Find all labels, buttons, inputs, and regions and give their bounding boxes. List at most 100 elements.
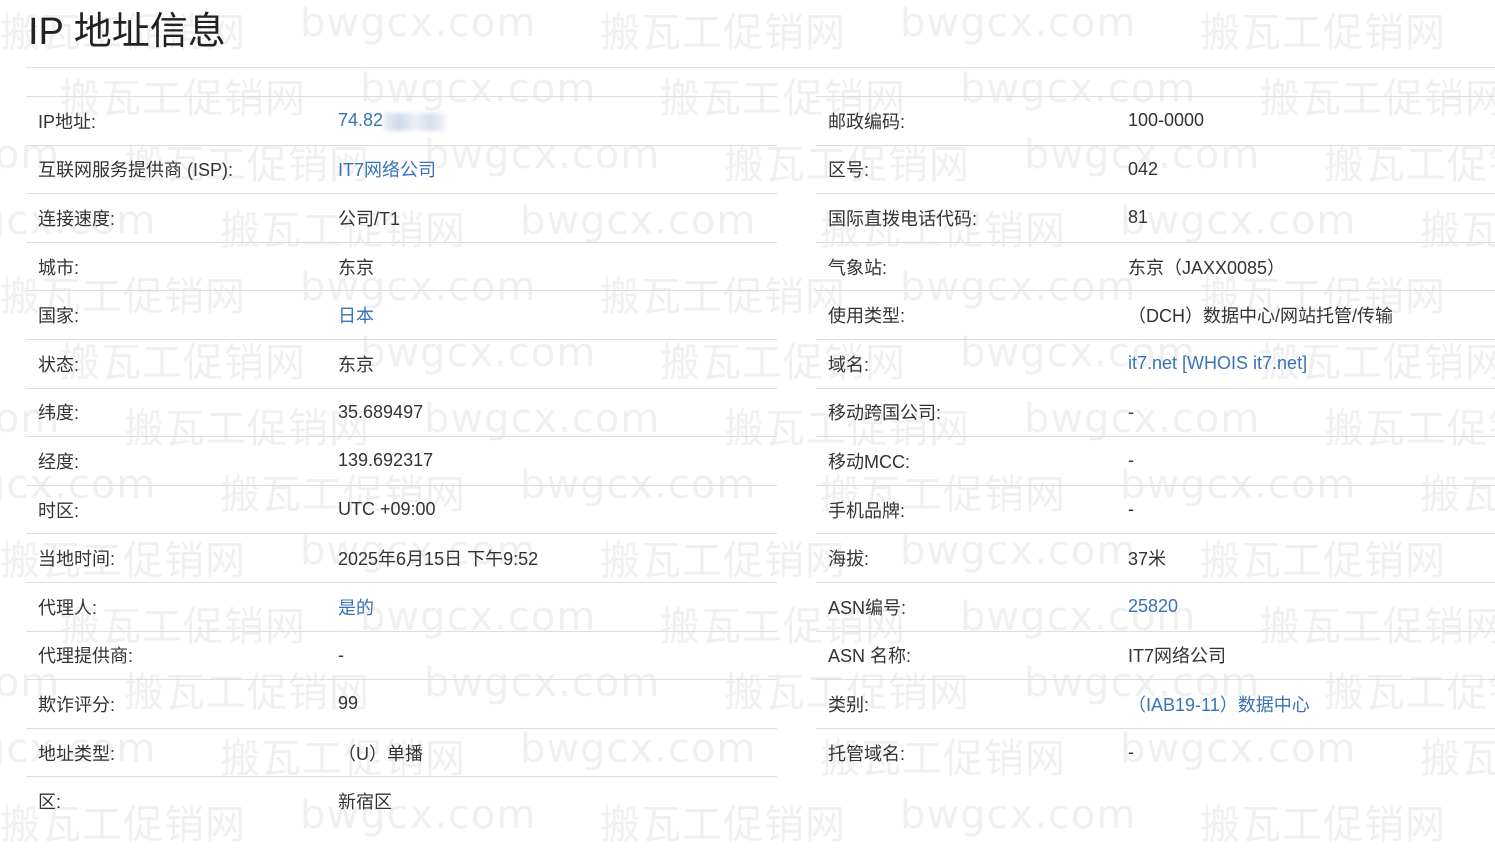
info-label: 城市: <box>38 257 80 278</box>
info-value: IT7网络公司 <box>1128 642 1226 668</box>
info-label: 托管域名: <box>828 743 906 764</box>
info-row: 国际直拨电话代码: 81 <box>816 193 1495 242</box>
info-value: 2025年6月15日 下午9:52 <box>338 545 538 571</box>
info-value-text: - <box>1128 742 1134 763</box>
info-label: 移动跨国公司: <box>828 403 942 424</box>
info-row: 托管域名: - <box>816 727 1495 777</box>
page-title: IP 地址信息 <box>28 11 226 53</box>
info-row: 气象站: 东京（JAXX0085） <box>816 241 1495 291</box>
info-label: 国际直拨电话代码: <box>828 208 978 229</box>
info-row: 互联网服务提供商 (ISP): IT7网络公司 <box>26 144 777 194</box>
info-value: - <box>1128 499 1134 520</box>
info-row: 代理人: 是的 <box>26 581 777 631</box>
info-value-text: - <box>1128 450 1134 471</box>
info-value: - <box>1128 450 1134 471</box>
info-value: 公司/T1 <box>338 205 400 231</box>
info-row: ASN编号: 25820 <box>816 581 1495 631</box>
info-value-text: 东京 <box>338 354 374 375</box>
info-value: 100-0000 <box>1128 110 1204 131</box>
info-label: 地址类型: <box>38 743 116 764</box>
info-value: 35.689497 <box>338 402 423 423</box>
info-label: 使用类型: <box>828 306 906 327</box>
info-table-right: 邮政编码: 100-0000 区号: 042 国际直拨电话代码: 81 气象站: 东京（JAX… <box>816 96 1495 776</box>
info-value-text: 81 <box>1128 207 1149 228</box>
info-value: 新宿区 <box>338 788 392 814</box>
info-label: 类别: <box>828 694 870 715</box>
info-value-text: （U）单播 <box>338 743 423 764</box>
watermark-text: 搬瓦工促销网 <box>600 10 846 56</box>
info-value-text: IT7网络公司 <box>1128 646 1227 667</box>
info-value-text: - <box>1128 499 1134 520</box>
info-label: IP地址: <box>38 111 97 132</box>
info-value: 139.692317 <box>338 450 433 471</box>
info-label: 互联网服务提供商 (ISP): <box>38 160 234 181</box>
info-value-text: 99 <box>338 693 359 714</box>
info-label: 气象站: <box>828 257 888 278</box>
info-row: 移动跨国公司: - <box>816 387 1495 437</box>
info-value: 99 <box>338 693 358 714</box>
info-value-link[interactable]: 74.82 <box>338 110 447 131</box>
info-value-text: 东京 <box>338 257 374 278</box>
info-value-text: 100-0000 <box>1128 110 1205 131</box>
info-value: - <box>338 645 344 666</box>
info-label: ASN编号: <box>828 597 907 618</box>
info-row: 域名: it7.net [WHOIS it7.net] <box>816 338 1495 388</box>
info-row: 连接速度: 公司/T1 <box>26 193 777 242</box>
info-value-link[interactable]: it7.net [WHOIS it7.net] <box>1128 353 1307 374</box>
info-row: 欺诈评分: 99 <box>26 679 777 728</box>
info-row: 海拔: 37米 <box>816 533 1495 582</box>
info-value: 37米 <box>1128 545 1166 571</box>
info-label: 域名: <box>828 354 870 375</box>
info-value-link[interactable]: 25820 <box>1128 596 1178 617</box>
info-value-text: （DCH）数据中心/网站托管/传输 <box>1128 306 1393 327</box>
info-value-text: 日本 <box>338 306 374 327</box>
info-label: 国家: <box>38 306 80 327</box>
info-label: 代理人: <box>38 597 98 618</box>
info-value-text: 是的 <box>338 597 374 618</box>
info-row: 城市: 东京 <box>26 241 777 291</box>
info-label: 区号: <box>828 160 870 181</box>
info-label: 时区: <box>38 500 80 521</box>
info-value: 81 <box>1128 207 1148 228</box>
info-row: 区: 新宿区 <box>26 776 777 825</box>
info-label: 纬度: <box>38 403 80 424</box>
info-label: 连接速度: <box>38 208 116 229</box>
info-value-link[interactable]: （IAB19-11）数据中心 <box>1128 691 1310 717</box>
info-row: ASN 名称: IT7网络公司 <box>816 630 1495 680</box>
info-label: 移动MCC: <box>828 451 910 472</box>
info-value-text: 35.689497 <box>338 401 424 422</box>
info-label: ASN 名称: <box>828 646 912 667</box>
info-value-text: - <box>338 644 344 665</box>
info-value: - <box>1128 742 1134 763</box>
info-label: 当地时间: <box>38 549 116 570</box>
info-row: 代理提供商: - <box>26 630 777 680</box>
info-value-text: it7.net [WHOIS it7.net] <box>1128 353 1308 374</box>
info-value-text: 2025年6月15日 下午9:52 <box>338 549 539 570</box>
info-value-text: UTC +09:00 <box>338 499 436 520</box>
info-value-text: - <box>1128 401 1134 422</box>
info-value-link[interactable]: IT7网络公司 <box>338 156 436 182</box>
info-value: - <box>1128 402 1134 423</box>
ip-info-page: bwgcx.com 搬瓦工促销网 bwgcx.com 搬瓦工促销网 bwgcx.com 搬… <box>0 0 1495 848</box>
info-row: 邮政编码: 100-0000 <box>816 96 1495 145</box>
info-row: 移动MCC: - <box>816 436 1495 485</box>
info-value-text: 东京（JAXX0085） <box>1128 257 1286 278</box>
info-label: 海拔: <box>828 549 870 570</box>
info-value: 东京 <box>338 351 374 377</box>
info-label: 状态: <box>38 354 80 375</box>
info-row: 类别: （IAB19-11）数据中心 <box>816 679 1495 728</box>
info-label: 经度: <box>38 451 80 472</box>
info-row: 使用类型: （DCH）数据中心/网站托管/传输 <box>816 290 1495 339</box>
info-row: 区号: 042 <box>816 144 1495 194</box>
info-label: 手机品牌: <box>828 500 906 521</box>
watermark-text: bwgcx.com <box>900 0 1137 46</box>
info-value-link[interactable]: 是的 <box>338 594 374 620</box>
info-label: 区: <box>38 792 62 813</box>
info-value-text: 139.692317 <box>338 450 434 471</box>
info-label: 邮政编码: <box>828 111 906 132</box>
info-row: 国家: 日本 <box>26 290 777 339</box>
info-value: 东京 <box>338 254 374 280</box>
info-value-link[interactable]: 日本 <box>338 302 374 328</box>
info-label: 代理提供商: <box>38 646 134 667</box>
info-row: 当地时间: 2025年6月15日 下午9:52 <box>26 533 777 582</box>
